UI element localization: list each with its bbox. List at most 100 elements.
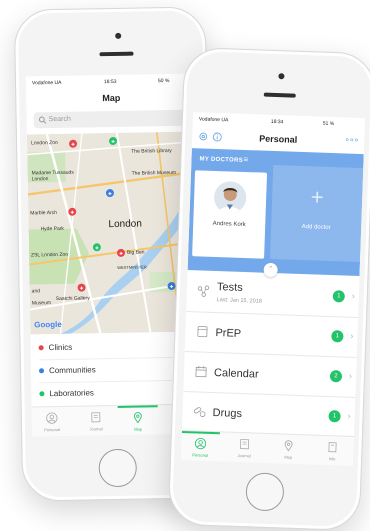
map-label-british-library: The British Library (131, 148, 172, 155)
tab-personal[interactable]: Personal (32, 407, 73, 437)
personal-phone-home-button[interactable] (245, 472, 284, 511)
map-pin-red-3[interactable]: ✚ (117, 249, 125, 257)
map-label-british-museum: The British Museum (132, 170, 177, 177)
map-title: Map (26, 92, 196, 105)
legend-item-laboratories[interactable]: Laboratories (39, 383, 94, 402)
legend-item-communities[interactable]: Communities (39, 360, 96, 379)
battery-text: 50 % (158, 78, 170, 84)
map-label-chelsea: and (32, 288, 40, 294)
chevron-right-icon: › (349, 371, 352, 381)
more-icon[interactable]: ∘∘∘ (344, 134, 358, 145)
journal-icon (238, 438, 250, 450)
tab-info-label: Info (329, 456, 336, 461)
doctor-avatar (214, 181, 247, 214)
prep-badge: 1 (331, 330, 343, 342)
calendar-title: Calendar (214, 367, 259, 381)
personal-tab-bar: Personal Journal Map Info (181, 430, 354, 466)
map-background (27, 132, 200, 335)
chevron-right-icon: › (347, 411, 350, 421)
personal-phone-speaker (264, 93, 296, 98)
personal-screen: Vodafone UA 18:34 51 % Personal ∘∘∘ MY D… (181, 112, 365, 466)
tests-title: Tests (217, 281, 243, 294)
list-item-prep[interactable]: PrEP 1 › (185, 312, 358, 358)
tab-journal-label: Journal (89, 426, 102, 431)
map-label-marble-arch: Marble Arch (30, 210, 57, 216)
tab-info[interactable]: Info (313, 436, 352, 466)
map-view[interactable]: London Zoo ✚ ✚ The British Library Madam… (27, 132, 200, 335)
drugs-title: Drugs (212, 407, 242, 420)
add-doctor-card[interactable]: + Add doctor (270, 165, 363, 262)
legend-label-laboratories: Laboratories (49, 388, 94, 398)
personal-phone-camera (278, 73, 284, 79)
time-text: 18:34 (271, 119, 284, 125)
legend-dot-clinics (39, 345, 44, 350)
search-placeholder: Search (49, 116, 71, 123)
tab-journal[interactable]: Journal (225, 432, 264, 463)
map-pin-icon (132, 412, 144, 424)
pill-box-icon (195, 324, 209, 338)
map-label-london-zoo: London Zoo (31, 140, 58, 146)
map-google-logo: Google (34, 320, 62, 329)
map-label-big-ben: Big Ben (127, 249, 145, 255)
map-label-westminster: WESTMINSTER (117, 264, 147, 270)
prep-title: PrEP (215, 327, 241, 340)
menu-icon[interactable]: ≡ (243, 155, 248, 164)
tab-map-label: Map (284, 455, 292, 460)
list-item-tests[interactable]: Tests Last: Jan 15, 2018 1 › (186, 272, 359, 318)
map-phone-speaker (99, 52, 133, 57)
carrier-text: Vodafone UA (199, 116, 229, 123)
chevron-right-icon: › (350, 331, 353, 341)
map-pin-red[interactable]: ✚ (69, 140, 77, 148)
legend-label-communities: Communities (49, 365, 96, 375)
person-icon (46, 412, 58, 424)
tab-map[interactable]: Map (118, 405, 159, 436)
add-doctor-label: Add doctor (271, 223, 361, 232)
pills-icon (192, 404, 206, 418)
tab-personal-label: Personal (192, 452, 208, 458)
personal-phone: Vodafone UA 18:34 51 % Personal ∘∘∘ MY D… (168, 47, 370, 531)
my-doctors-label: MY DOCTORS (199, 156, 243, 164)
info-icon (326, 441, 338, 453)
calendar-badge: 2 (330, 370, 342, 382)
plus-icon: + (272, 183, 363, 212)
legend-item-clinics[interactable]: Clinics (38, 338, 72, 357)
list-item-calendar[interactable]: Calendar 2 › (183, 352, 356, 398)
map-pin-icon (282, 439, 294, 451)
search-field[interactable]: Search (34, 110, 190, 129)
tab-map[interactable]: Map (269, 434, 308, 465)
doctor-name: Andres Kork (193, 220, 265, 229)
tab-journal[interactable]: Journal (76, 406, 117, 436)
calendar-icon (194, 364, 208, 378)
tab-personal[interactable]: Personal (181, 431, 220, 462)
tab-personal-label: Personal (44, 427, 60, 432)
tests-subtitle: Last: Jan 15, 2018 (216, 297, 261, 305)
doctors-section: MY DOCTORS ≡ Andres Kork + Add doctor (188, 148, 364, 276)
tab-map-label: Map (134, 427, 142, 432)
legend-dot-communities (39, 368, 44, 373)
map-label-london: London (108, 219, 142, 231)
journal-icon (90, 411, 102, 423)
map-phone-home-button[interactable] (98, 449, 137, 488)
chevron-right-icon: › (352, 291, 355, 301)
search-icon (39, 116, 47, 124)
time-text: 18:53 (104, 79, 117, 85)
tests-badge: 1 (333, 290, 345, 302)
map-label-hyde-park: Hyde Park (41, 226, 64, 232)
person-icon (194, 437, 206, 449)
map-status-bar: Vodafone UA 18:53 50 % (26, 74, 196, 91)
molecule-icon (197, 284, 211, 298)
battery-text: 51 % (323, 121, 335, 127)
map-label-zsl: ZSL London Zoo (31, 252, 68, 259)
map-label-saatchi: Saatchi Gallery (56, 295, 90, 302)
personal-title: Personal (192, 131, 364, 147)
doctor-avatar-image (214, 181, 247, 214)
doctor-card[interactable]: Andres Kork (192, 170, 267, 258)
legend-dot-laboratories (39, 391, 44, 396)
tab-journal-label: Journal (238, 453, 251, 458)
map-pin-red-4[interactable]: ✚ (78, 284, 86, 292)
map-phone-camera (115, 33, 121, 39)
map-label-museum: Museum (32, 300, 51, 306)
legend-label-clinics: Clinics (49, 342, 73, 351)
map-label-madame-tussauds: Madame Tussauds London (32, 170, 82, 183)
map-pin-red-2[interactable]: ✚ (68, 208, 76, 216)
